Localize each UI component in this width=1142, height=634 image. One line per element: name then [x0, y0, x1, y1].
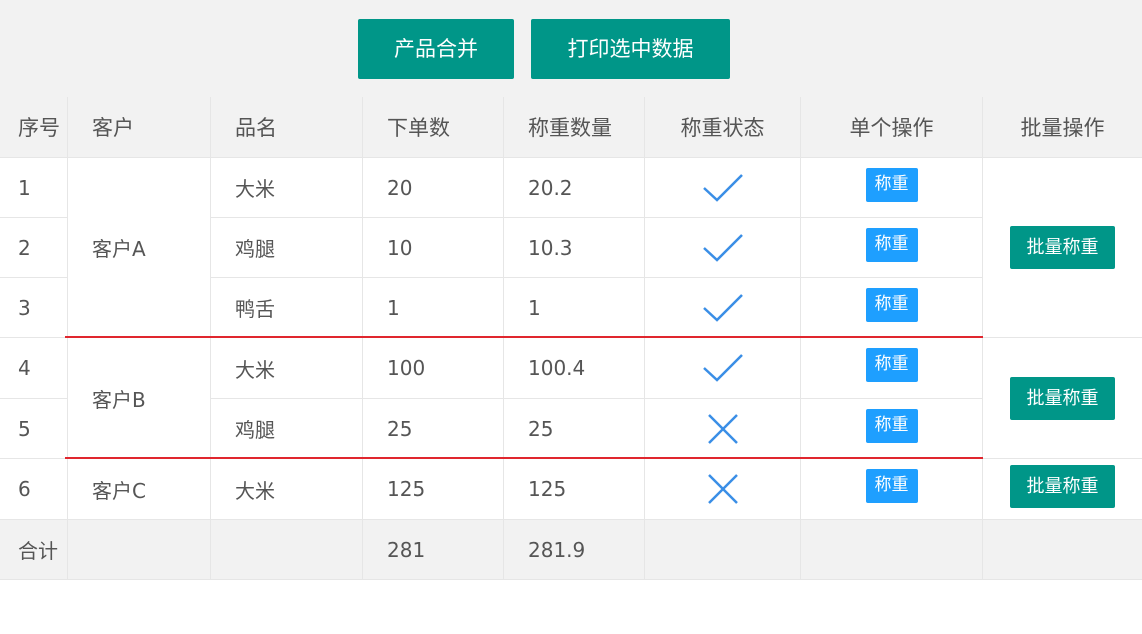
row-5-product: 鸡腿 — [211, 399, 363, 459]
row-3-weigh-button[interactable]: 称重 — [865, 287, 918, 322]
row-1-order-qty: 20 — [363, 158, 504, 218]
row-6-weight-qty: 125 — [504, 459, 645, 520]
weighing-table: 序号 客户 品名 下单数 称重数量 称重状态 单个操作 批量操作 1 大米 20… — [0, 97, 1142, 580]
row-5-single-action: 称重 — [801, 399, 983, 459]
header-product: 品名 — [211, 97, 363, 158]
row-6-order-qty: 125 — [363, 459, 504, 520]
row-2-order-qty: 10 — [363, 218, 504, 278]
footer-customer — [68, 520, 211, 580]
row-5-order-qty: 25 — [363, 399, 504, 459]
cross-icon — [707, 413, 738, 444]
group-a-customer: 客户A — [68, 158, 211, 338]
row-6-product: 大米 — [211, 459, 363, 520]
footer-status — [645, 520, 801, 580]
footer-weight-total: 281.9 — [504, 520, 645, 580]
toolbar: 产品合并 打印选中数据 — [0, 0, 1142, 97]
row-2-product: 鸡腿 — [211, 218, 363, 278]
row-2-no: 2 — [0, 218, 68, 278]
row-4-single-action: 称重 — [801, 338, 983, 399]
check-icon — [702, 354, 743, 382]
header-customer: 客户 — [68, 97, 211, 158]
row-1-product: 大米 — [211, 158, 363, 218]
row-3-weight-qty: 1 — [504, 278, 645, 338]
row-3-single-action: 称重 — [801, 278, 983, 338]
row-2-status — [645, 218, 801, 278]
header-weigh-status: 称重状态 — [645, 97, 801, 158]
check-icon — [702, 233, 743, 262]
row-6-no: 6 — [0, 459, 68, 520]
header-order-qty: 下单数 — [363, 97, 504, 158]
row-2-single-action: 称重 — [801, 218, 983, 278]
row-3-status — [645, 278, 801, 338]
group-b-batch-weigh-button[interactable]: 批量称重 — [1010, 376, 1115, 420]
row-5-weight-qty: 25 — [504, 399, 645, 459]
row-4-product: 大米 — [211, 338, 363, 399]
footer-product — [211, 520, 363, 580]
header-weight-qty: 称重数量 — [504, 97, 645, 158]
footer-batch-action — [983, 520, 1142, 580]
row-1-single-action: 称重 — [801, 158, 983, 218]
group-c-batch-cell: 批量称重 — [983, 459, 1142, 520]
row-4-order-qty: 100 — [363, 338, 504, 399]
header-batch-action: 批量操作 — [983, 97, 1142, 158]
row-6-weigh-button[interactable]: 称重 — [865, 469, 918, 503]
cross-icon — [707, 474, 738, 504]
row-3-product: 鸭舌 — [211, 278, 363, 338]
footer-order-total: 281 — [363, 520, 504, 580]
row-4-weigh-button[interactable]: 称重 — [865, 348, 918, 382]
row-1-no: 1 — [0, 158, 68, 218]
group-c-batch-weigh-button[interactable]: 批量称重 — [1010, 464, 1115, 508]
group-b-batch-cell: 批量称重 — [983, 338, 1142, 459]
row-3-order-qty: 1 — [363, 278, 504, 338]
row-2-weight-qty: 10.3 — [504, 218, 645, 278]
group-separator-line — [65, 336, 983, 338]
row-1-status — [645, 158, 801, 218]
group-c-customer: 客户C — [68, 459, 211, 520]
row-1-weight-qty: 20.2 — [504, 158, 645, 218]
merge-products-button[interactable]: 产品合并 — [358, 19, 514, 79]
check-icon — [702, 293, 743, 322]
row-1-weigh-button[interactable]: 称重 — [865, 167, 918, 202]
row-4-status — [645, 338, 801, 399]
row-4-no: 4 — [0, 338, 68, 399]
group-a-batch-cell: 批量称重 — [983, 158, 1142, 338]
footer-label: 合计 — [0, 520, 68, 580]
row-3-no: 3 — [0, 278, 68, 338]
row-2-weigh-button[interactable]: 称重 — [865, 227, 918, 262]
row-5-status — [645, 399, 801, 459]
group-b-customer: 客户B — [68, 338, 211, 459]
row-4-weight-qty: 100.4 — [504, 338, 645, 399]
row-6-status — [645, 459, 801, 520]
row-5-weigh-button[interactable]: 称重 — [865, 408, 918, 443]
row-6-single-action: 称重 — [801, 459, 983, 520]
print-selected-button[interactable]: 打印选中数据 — [531, 19, 730, 79]
row-5-no: 5 — [0, 399, 68, 459]
header-single-action: 单个操作 — [801, 97, 983, 158]
footer-single-action — [801, 520, 983, 580]
group-a-batch-weigh-button[interactable]: 批量称重 — [1010, 226, 1115, 269]
header-no: 序号 — [0, 97, 68, 158]
check-icon — [702, 173, 743, 202]
group-separator-line — [65, 457, 983, 459]
